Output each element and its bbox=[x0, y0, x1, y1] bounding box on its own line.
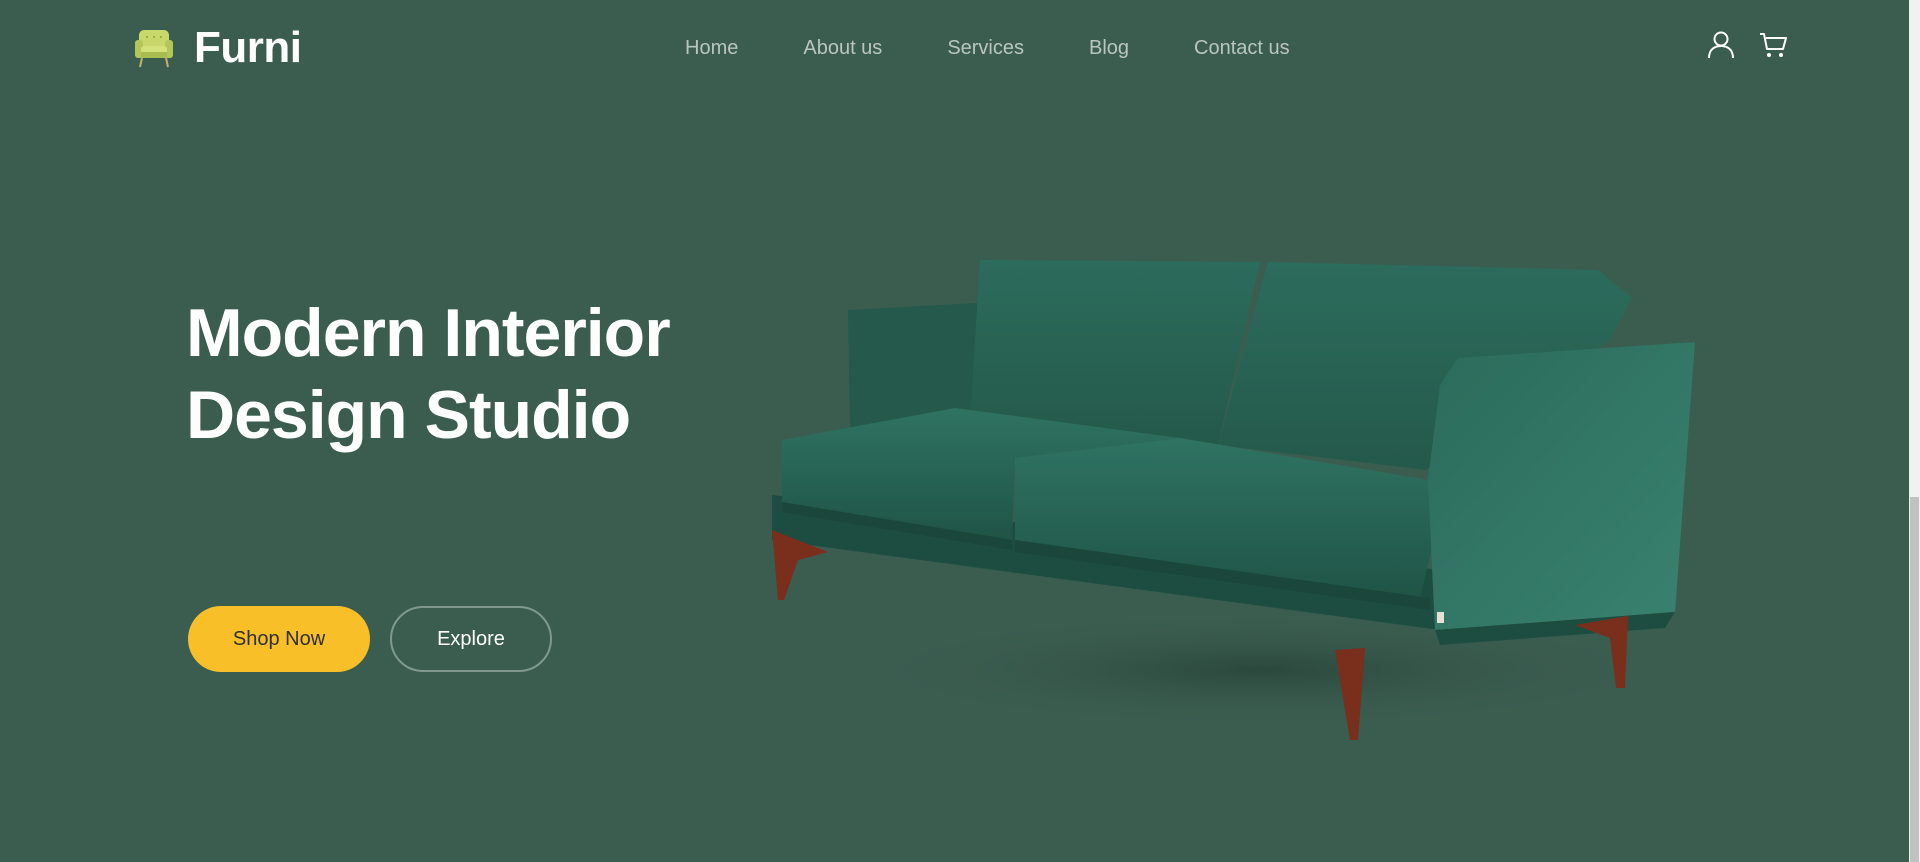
armchair-icon bbox=[135, 30, 173, 68]
sofa-image bbox=[772, 260, 1695, 740]
nav-home[interactable]: Home bbox=[685, 35, 738, 61]
cart-icon[interactable] bbox=[1758, 30, 1788, 60]
nav-contact-us[interactable]: Contact us bbox=[1194, 35, 1290, 61]
brand-name: Furni bbox=[194, 23, 302, 72]
brand-logo[interactable]: Furni bbox=[132, 23, 302, 72]
hero-heading: Modern Interior Design Studio bbox=[186, 292, 746, 456]
scrollbar-thumb[interactable] bbox=[1910, 497, 1919, 862]
hero-heading-line-2: Design Studio bbox=[186, 377, 631, 453]
main-nav: Home About us Services Blog Contact us bbox=[685, 35, 1290, 61]
header-actions bbox=[1706, 30, 1788, 60]
hero-heading-line-1: Modern Interior bbox=[186, 295, 671, 371]
user-icon[interactable] bbox=[1706, 30, 1736, 60]
nav-services[interactable]: Services bbox=[947, 35, 1024, 61]
nav-blog[interactable]: Blog bbox=[1089, 35, 1129, 61]
nav-about-us[interactable]: About us bbox=[803, 35, 882, 61]
page: Furni Home About us Services Blog Contac… bbox=[0, 0, 1909, 862]
explore-button[interactable]: Explore bbox=[390, 606, 552, 672]
shop-now-button[interactable]: Shop Now bbox=[188, 606, 370, 672]
